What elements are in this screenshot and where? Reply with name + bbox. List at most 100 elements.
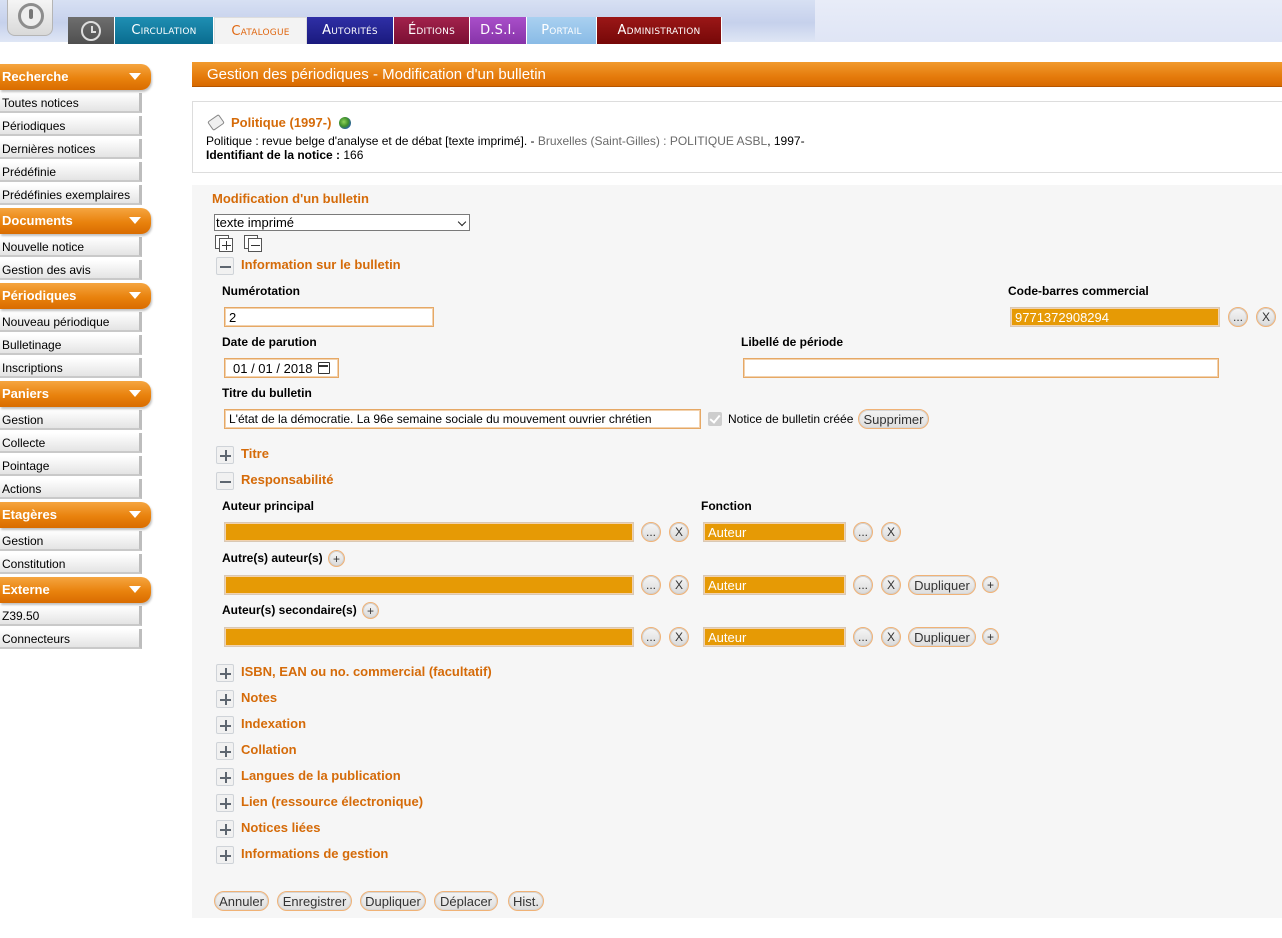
fonction-principal-dots-button[interactable]: ... (853, 522, 873, 542)
autre-auteur-input[interactable] (224, 575, 634, 595)
sidebar-item-predefinie[interactable]: Prédéfinie (0, 162, 142, 182)
tab-catalogue[interactable]: Catalogue (214, 17, 307, 44)
document-type-select[interactable]: texte imprimé (214, 214, 470, 231)
sidebar-item-nouveau-periodique[interactable]: Nouveau périodique (0, 312, 142, 332)
auteur-secondaire-add-button[interactable]: + (982, 628, 999, 645)
sidebar-item-gestion-avis[interactable]: Gestion des avis (0, 260, 142, 280)
section-info-label[interactable]: Information sur le bulletin (241, 257, 401, 272)
auteur-principal-input[interactable] (224, 522, 634, 542)
tab-dsi[interactable]: D.S.I. (470, 17, 527, 44)
sidebar-item-connecteurs[interactable]: Connecteurs (0, 629, 142, 649)
auteurs-secondaires-add-button[interactable]: + (362, 602, 379, 619)
section-titre-label[interactable]: Titre (241, 446, 269, 461)
section-notices-liees-label[interactable]: Notices liées (241, 820, 321, 835)
sidebar-item-collecte[interactable]: Collecte (0, 433, 142, 453)
autre-auteur-add-button[interactable]: + (982, 576, 999, 593)
calendar-icon[interactable] (318, 362, 330, 374)
section-gestion-expand-icon[interactable] (216, 846, 234, 864)
auteur-secondaire-dots-button[interactable]: ... (641, 627, 661, 647)
section-collation-label[interactable]: Collation (241, 742, 297, 757)
section-langues-expand-icon[interactable] (216, 768, 234, 786)
barcode-clear-button[interactable]: X (1256, 307, 1276, 327)
date-input[interactable]: 01 / 01 / 2018 (224, 358, 339, 378)
section-indexation-label[interactable]: Indexation (241, 716, 306, 731)
supprimer-button[interactable]: Supprimer (858, 409, 929, 429)
titre-bulletin-input[interactable]: L'état de la démocratie. La 96e semaine … (224, 409, 701, 429)
section-notes-label[interactable]: Notes (241, 690, 277, 705)
fonction-secondaire-input[interactable]: Auteur (703, 627, 846, 647)
tab-portail[interactable]: Portail (527, 17, 597, 44)
fonction-autre-input[interactable]: Auteur (703, 575, 846, 595)
sidebar-section-documents[interactable]: Documents (0, 208, 151, 234)
sidebar-item-etageres-gestion[interactable]: Gestion (0, 531, 142, 551)
sidebar-item-predefinies-exemplaires[interactable]: Prédéfinies exemplaires (0, 185, 142, 205)
annuler-button[interactable]: Annuler (214, 891, 269, 911)
deplacer-button[interactable]: Déplacer (434, 891, 498, 911)
autre-auteur-dupliquer-button[interactable]: Dupliquer (908, 575, 976, 595)
sidebar-item-toutes-notices[interactable]: Toutes notices (0, 93, 142, 113)
tab-circulation[interactable]: Circulation (115, 17, 214, 44)
sidebar-section-etageres[interactable]: Etagères (0, 502, 151, 528)
enregistrer-button[interactable]: Enregistrer (277, 891, 352, 911)
auteur-secondaire-dupliquer-button[interactable]: Dupliquer (908, 627, 976, 647)
expand-all-icon[interactable] (215, 235, 233, 252)
sidebar-item-pointage[interactable]: Pointage (0, 456, 142, 476)
section-info-collapse-icon[interactable] (216, 257, 234, 275)
section-isbn-label[interactable]: ISBN, EAN ou no. commercial (facultatif) (241, 664, 492, 679)
auteur-secondaire-input[interactable] (224, 627, 634, 647)
autres-auteurs-add-button[interactable]: + (328, 550, 345, 567)
section-titre-expand-icon[interactable] (216, 446, 234, 464)
sidebar-item-bulletinage[interactable]: Bulletinage (0, 335, 142, 355)
sidebar-item-nouvelle-notice[interactable]: Nouvelle notice (0, 237, 142, 257)
tab-editions[interactable]: Éditions (394, 17, 470, 44)
sidebar-item-paniers-gestion[interactable]: Gestion (0, 410, 142, 430)
sidebar-item-constitution[interactable]: Constitution (0, 554, 142, 574)
fonction-secondaire-clear-button[interactable]: X (881, 627, 901, 647)
sidebar-section-periodiques[interactable]: Périodiques (0, 283, 151, 309)
fonction-autre-clear-button[interactable]: X (881, 575, 901, 595)
notice-id-value: 166 (340, 148, 364, 162)
barcode-input[interactable]: 9771372908294 (1010, 307, 1220, 327)
dupliquer-button[interactable]: Dupliquer (360, 891, 426, 911)
barcode-dots-button[interactable]: ... (1228, 307, 1248, 327)
sidebar-item-dernieres-notices[interactable]: Dernières notices (0, 139, 142, 159)
sidebar-item-actions[interactable]: Actions (0, 479, 142, 499)
hist-button[interactable]: Hist. (508, 891, 544, 911)
fonction-autre-dots-button[interactable]: ... (853, 575, 873, 595)
notice-title-link[interactable]: Politique (1997-) (231, 115, 331, 130)
fonction-secondaire-dots-button[interactable]: ... (853, 627, 873, 647)
section-notices-liees-expand-icon[interactable] (216, 820, 234, 838)
sidebar-item-inscriptions[interactable]: Inscriptions (0, 358, 142, 378)
notice-creee-checkbox[interactable] (708, 412, 722, 426)
globe-icon[interactable] (339, 116, 352, 129)
auteur-principal-clear-button[interactable]: X (669, 522, 689, 542)
periode-input[interactable] (743, 358, 1219, 378)
sidebar-item-z3950[interactable]: Z39.50 (0, 606, 142, 626)
auteur-principal-dots-button[interactable]: ... (641, 522, 661, 542)
autre-auteur-dots-button[interactable]: ... (641, 575, 661, 595)
sidebar-section-externe[interactable]: Externe (0, 577, 151, 603)
section-langues-label[interactable]: Langues de la publication (241, 768, 401, 783)
sidebar-item-periodiques[interactable]: Périodiques (0, 116, 142, 136)
section-gestion-label[interactable]: Informations de gestion (241, 846, 388, 861)
auteur-secondaire-clear-button[interactable]: X (669, 627, 689, 647)
section-lien-label[interactable]: Lien (ressource électronique) (241, 794, 423, 809)
fonction-principal-input[interactable]: Auteur (703, 522, 846, 542)
section-resp-label[interactable]: Responsabilité (241, 472, 333, 487)
section-indexation-expand-icon[interactable] (216, 716, 234, 734)
sidebar-section-recherche[interactable]: Recherche (0, 64, 151, 90)
section-lien-expand-icon[interactable] (216, 794, 234, 812)
section-resp-collapse-icon[interactable] (216, 472, 234, 490)
tab-dashboard[interactable] (68, 17, 115, 44)
section-notes-expand-icon[interactable] (216, 690, 234, 708)
section-collation-expand-icon[interactable] (216, 742, 234, 760)
app-logo[interactable] (7, 0, 53, 36)
numerotation-input[interactable]: 2 (224, 307, 434, 327)
autre-auteur-clear-button[interactable]: X (669, 575, 689, 595)
tab-autorites[interactable]: Autorités (307, 17, 394, 44)
section-isbn-expand-icon[interactable] (216, 664, 234, 682)
collapse-all-icon[interactable] (244, 235, 262, 252)
fonction-principal-clear-button[interactable]: X (881, 522, 901, 542)
tab-administration[interactable]: Administration (597, 17, 722, 44)
sidebar-section-paniers[interactable]: Paniers (0, 381, 151, 407)
